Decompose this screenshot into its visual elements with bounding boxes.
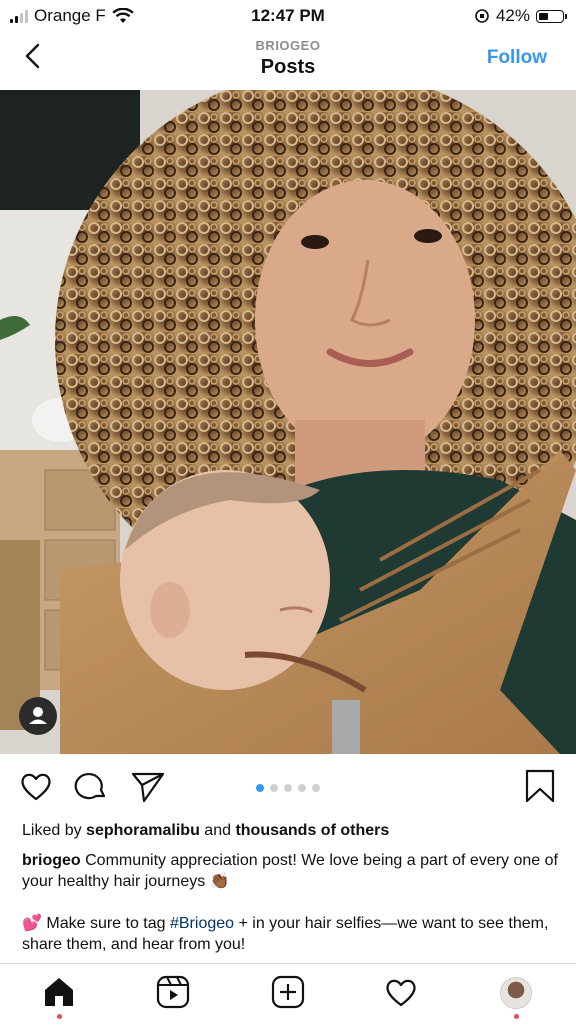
- carousel-indicator: [0, 784, 576, 792]
- post-caption-second-paragraph: 💕 Make sure to tag #Briogeo + in your ha…: [22, 913, 558, 955]
- person-tag-icon[interactable]: [19, 697, 57, 735]
- caption-text: Community appreciation post! We love bei…: [22, 852, 558, 890]
- bookmark-icon[interactable]: [522, 768, 558, 804]
- profile-avatar[interactable]: [500, 977, 532, 1009]
- likes-summary: Liked by sephoramalibu and thousands of …: [22, 822, 389, 840]
- likes-middle: and: [199, 822, 236, 839]
- likes-prefix: Liked by: [22, 822, 87, 839]
- post-photo-illustration: [0, 90, 576, 754]
- carousel-dot: [284, 784, 292, 792]
- carousel-dot: [256, 784, 264, 792]
- battery-percent: 42%: [495, 6, 530, 25]
- orientation-lock-icon: [475, 9, 489, 23]
- home-icon[interactable]: [41, 974, 77, 1010]
- home-notification-dot: [57, 1014, 62, 1019]
- status-bar: Orange F 12:47 PM 42%: [0, 0, 576, 30]
- status-right: 42%: [474, 6, 567, 26]
- nav-header: BRIOGEO Posts Follow: [0, 30, 576, 91]
- post-caption: briogeo Community appreciation post! We …: [22, 850, 558, 892]
- caption2-text-before: 💕 Make sure to tag: [22, 915, 170, 932]
- bottom-tab-bar: [0, 963, 576, 1025]
- post-actions: [0, 766, 576, 810]
- liked-by-user[interactable]: sephoramalibu: [86, 822, 200, 839]
- carousel-dot: [312, 784, 320, 792]
- profile-notification-dot: [514, 1014, 519, 1019]
- caption-username[interactable]: briogeo: [22, 852, 81, 869]
- likes-count-link[interactable]: thousands of others: [235, 822, 389, 839]
- carousel-dot: [270, 784, 278, 792]
- activity-heart-icon[interactable]: [383, 974, 419, 1010]
- carousel-dot: [298, 784, 306, 792]
- hashtag-link[interactable]: #Briogeo: [170, 915, 234, 932]
- battery-icon: [536, 9, 567, 23]
- post-image[interactable]: [0, 90, 576, 754]
- reels-icon[interactable]: [155, 974, 191, 1010]
- create-icon[interactable]: [270, 974, 306, 1010]
- follow-button[interactable]: Follow: [487, 47, 547, 69]
